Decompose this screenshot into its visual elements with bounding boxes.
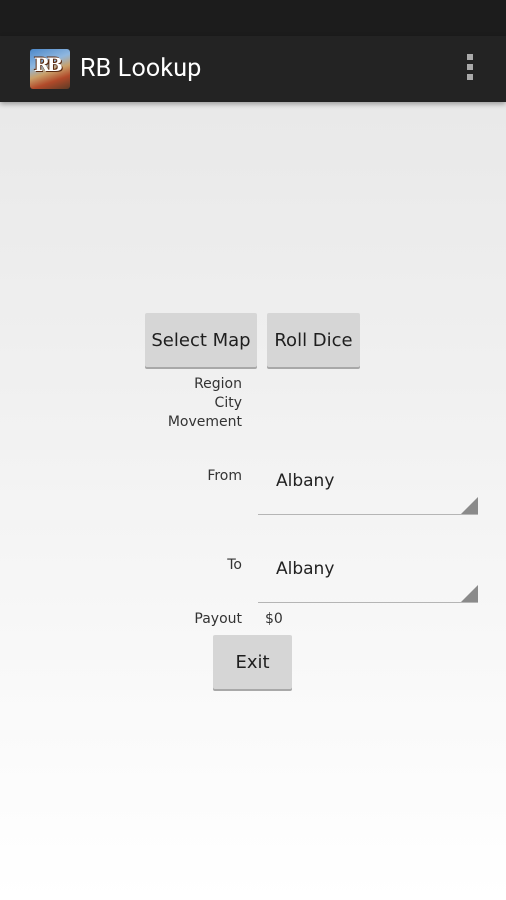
city-label: City [214, 395, 242, 411]
to-label: To [227, 557, 242, 573]
exit-button[interactable]: Exit [213, 635, 292, 689]
dropdown-indicator-icon [461, 585, 478, 602]
region-label: Region [194, 376, 242, 392]
from-selected-value: Albany [276, 471, 335, 491]
app-title: RB Lookup [80, 54, 202, 83]
overflow-menu-icon[interactable] [464, 54, 476, 86]
to-selected-value: Albany [276, 559, 335, 579]
movement-label: Movement [167, 414, 242, 430]
select-map-button[interactable]: Select Map [145, 313, 257, 367]
status-bar [0, 0, 506, 36]
to-spinner[interactable]: Albany [258, 542, 478, 603]
action-bar: RB RB Lookup [0, 36, 506, 102]
payout-label: Payout [194, 611, 242, 627]
rb-logo-icon[interactable]: RB [30, 49, 70, 89]
dropdown-indicator-icon [461, 497, 478, 514]
payout-value: $0 [265, 611, 283, 627]
from-label: From [207, 468, 242, 484]
roll-dice-button[interactable]: Roll Dice [267, 313, 360, 367]
from-spinner[interactable]: Albany [258, 454, 478, 515]
